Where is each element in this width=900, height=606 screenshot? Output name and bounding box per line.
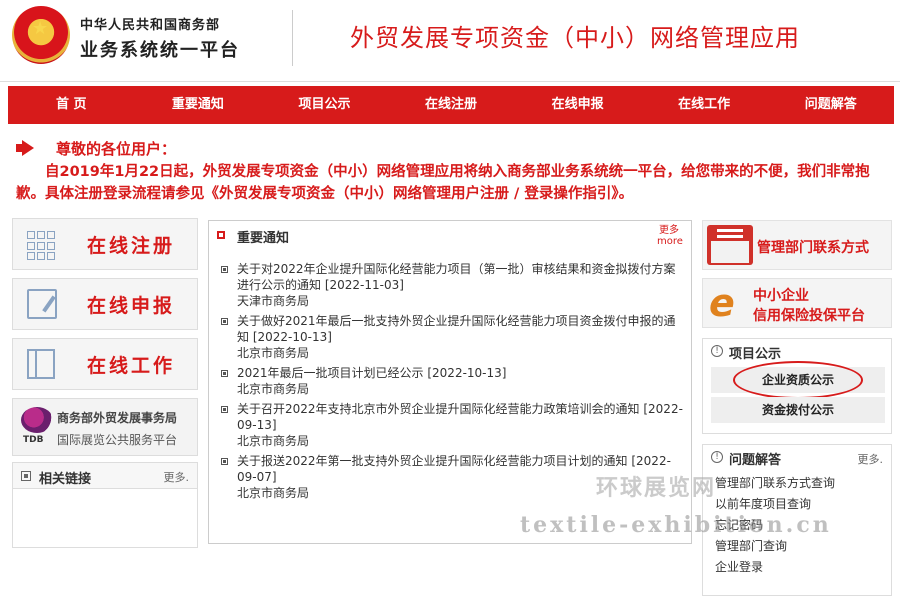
- tdb-title: 商务部外贸发展事务局: [57, 411, 178, 425]
- notices-list: 关于对2022年企业提升国际化经营能力项目（第一批）审核结果和资金拟拨付方案进行…: [219, 261, 685, 505]
- bullet-icon: [221, 318, 228, 325]
- faq-header: ! 问题解答 更多.: [703, 445, 891, 469]
- doc-edit-icon: [27, 289, 57, 319]
- news-title-link[interactable]: 关于对2022年企业提升国际化经营能力项目（第一批）审核结果和资金拟拨付方案进行…: [237, 261, 685, 293]
- faq-item[interactable]: 管理部门查询: [715, 536, 891, 557]
- tdb-subtitle: 国际展览公共服务平台: [57, 433, 178, 447]
- notices-more-link[interactable]: 更多 more: [657, 225, 683, 247]
- platform-name: 业务系统统一平台: [80, 40, 240, 61]
- online-work-button[interactable]: 在线工作: [12, 338, 198, 390]
- news-source: 北京市商务局: [237, 382, 310, 396]
- notices-title: 重要通知: [237, 231, 290, 246]
- square-bullet-icon: [217, 231, 225, 239]
- org-name: 中华人民共和国商务部: [80, 18, 221, 33]
- faq-item[interactable]: 企业登录: [715, 557, 891, 578]
- envelope-icon: [707, 225, 753, 265]
- project-publicity-panel: ! 项目公示 企业资质公示 资金拨付公示: [702, 338, 892, 434]
- highlight-oval: [733, 361, 863, 399]
- faq-title: 问题解答: [729, 453, 782, 468]
- site-header: 中华人民共和国商务部 业务系统统一平台 外贸发展专项资金（中小）网络管理应用: [0, 0, 900, 82]
- insurance-line1: 中小企业: [753, 288, 809, 304]
- info-icon: !: [711, 345, 723, 357]
- fund-allocation-publicity-label: 资金拨付公示: [761, 403, 834, 417]
- related-links-title: 相关链接: [39, 472, 92, 487]
- list-item: 关于召开2022年支持北京市外贸企业提升国际化经营能力政策培训会的通知 [202…: [219, 401, 685, 449]
- announcement-title: 尊敬的各位用户：: [56, 140, 177, 158]
- nav-home[interactable]: 首 页: [8, 86, 135, 124]
- grid-edit-icon: [27, 229, 67, 261]
- main-nav: 首 页 重要通知 项目公示 在线注册 在线申报 在线工作 问题解答: [8, 86, 894, 124]
- news-source: 北京市商务局: [237, 346, 310, 360]
- left-column: 在线注册 在线申报 在线工作 TDB 商务部外贸发展事务局 国际展览公共服务平台…: [12, 218, 198, 548]
- related-links-more[interactable]: 更多.: [164, 469, 190, 485]
- megaphone-icon: [16, 140, 36, 156]
- book-icon: [27, 349, 55, 379]
- nav-online-work[interactable]: 在线工作: [641, 86, 768, 124]
- app-title: 外贸发展专项资金（中小）网络管理应用: [350, 24, 800, 52]
- news-title-link[interactable]: 2021年最后一批项目计划已经公示 [2022-10-13]: [237, 365, 685, 381]
- tdb-logo-icon: [21, 407, 53, 433]
- nav-notices[interactable]: 重要通知: [135, 86, 262, 124]
- faq-item[interactable]: 管理部门联系方式查询: [715, 473, 891, 494]
- bullet-icon: [221, 406, 228, 413]
- online-work-label: 在线工作: [87, 355, 176, 377]
- faq-more-link[interactable]: 更多.: [858, 451, 884, 467]
- watermark-cn: 环球展览网: [596, 476, 717, 501]
- online-apply-label: 在线申报: [87, 295, 176, 317]
- square-bullet-icon: [21, 471, 31, 481]
- online-register-button[interactable]: 在线注册: [12, 218, 198, 270]
- contact-label: 管理部门联系方式: [757, 240, 869, 256]
- news-title-link[interactable]: 关于做好2021年最后一批支持外贸企业提升国际化经营能力项目资金拨付申报的通知 …: [237, 313, 685, 345]
- tdb-logo-text: TDB: [23, 435, 44, 445]
- announcement-body: 自2019年1月22日起，外贸发展专项资金（中小）网络管理应用将纳入商务部业务系…: [16, 164, 870, 202]
- insurance-banner[interactable]: e 中小企业 信用保险投保平台: [702, 278, 892, 328]
- header-divider: [292, 10, 293, 66]
- nav-online-apply[interactable]: 在线申报: [514, 86, 641, 124]
- news-source: 天津市商务局: [237, 294, 310, 308]
- right-column: 管理部门联系方式 e 中小企业 信用保险投保平台 ! 项目公示 企业资质公示 资…: [702, 220, 892, 606]
- list-item: 关于对2022年企业提升国际化经营能力项目（第一批）审核结果和资金拟拨付方案进行…: [219, 261, 685, 309]
- list-item: 2021年最后一批项目计划已经公示 [2022-10-13] 北京市商务局: [219, 365, 685, 397]
- project-publicity-header: ! 项目公示: [703, 339, 891, 363]
- list-item: 关于做好2021年最后一批支持外贸企业提升国际化经营能力项目资金拨付申报的通知 …: [219, 313, 685, 361]
- bullet-icon: [221, 458, 228, 465]
- nav-faq[interactable]: 问题解答: [767, 86, 894, 124]
- tdb-banner[interactable]: TDB 商务部外贸发展事务局 国际展览公共服务平台: [12, 398, 198, 456]
- nav-project-publicity[interactable]: 项目公示: [261, 86, 388, 124]
- related-links-panel: 相关链接 更多.: [12, 462, 198, 548]
- qualification-publicity-button[interactable]: 企业资质公示: [711, 361, 885, 399]
- related-links-header: 相关链接 更多.: [13, 463, 197, 489]
- info-icon: !: [711, 451, 723, 463]
- news-source: 北京市商务局: [237, 434, 310, 448]
- nav-online-register[interactable]: 在线注册: [388, 86, 515, 124]
- insurance-line2: 信用保险投保平台: [753, 308, 865, 324]
- news-title-link[interactable]: 关于召开2022年支持北京市外贸企业提升国际化经营能力政策培训会的通知 [202…: [237, 401, 685, 433]
- watermark-en: textile-exhibition.cn: [520, 512, 832, 538]
- online-register-label: 在线注册: [87, 235, 176, 257]
- project-publicity-title: 项目公示: [729, 347, 782, 362]
- online-apply-button[interactable]: 在线申报: [12, 278, 198, 330]
- e-logo-icon: e: [709, 281, 735, 325]
- contact-banner[interactable]: 管理部门联系方式: [702, 220, 892, 270]
- bullet-icon: [221, 266, 228, 273]
- bullet-icon: [221, 370, 228, 377]
- national-emblem-icon: [12, 6, 70, 64]
- notices-header: 重要通知 更多 more: [209, 221, 691, 251]
- fund-allocation-publicity-button[interactable]: 资金拨付公示: [711, 397, 885, 423]
